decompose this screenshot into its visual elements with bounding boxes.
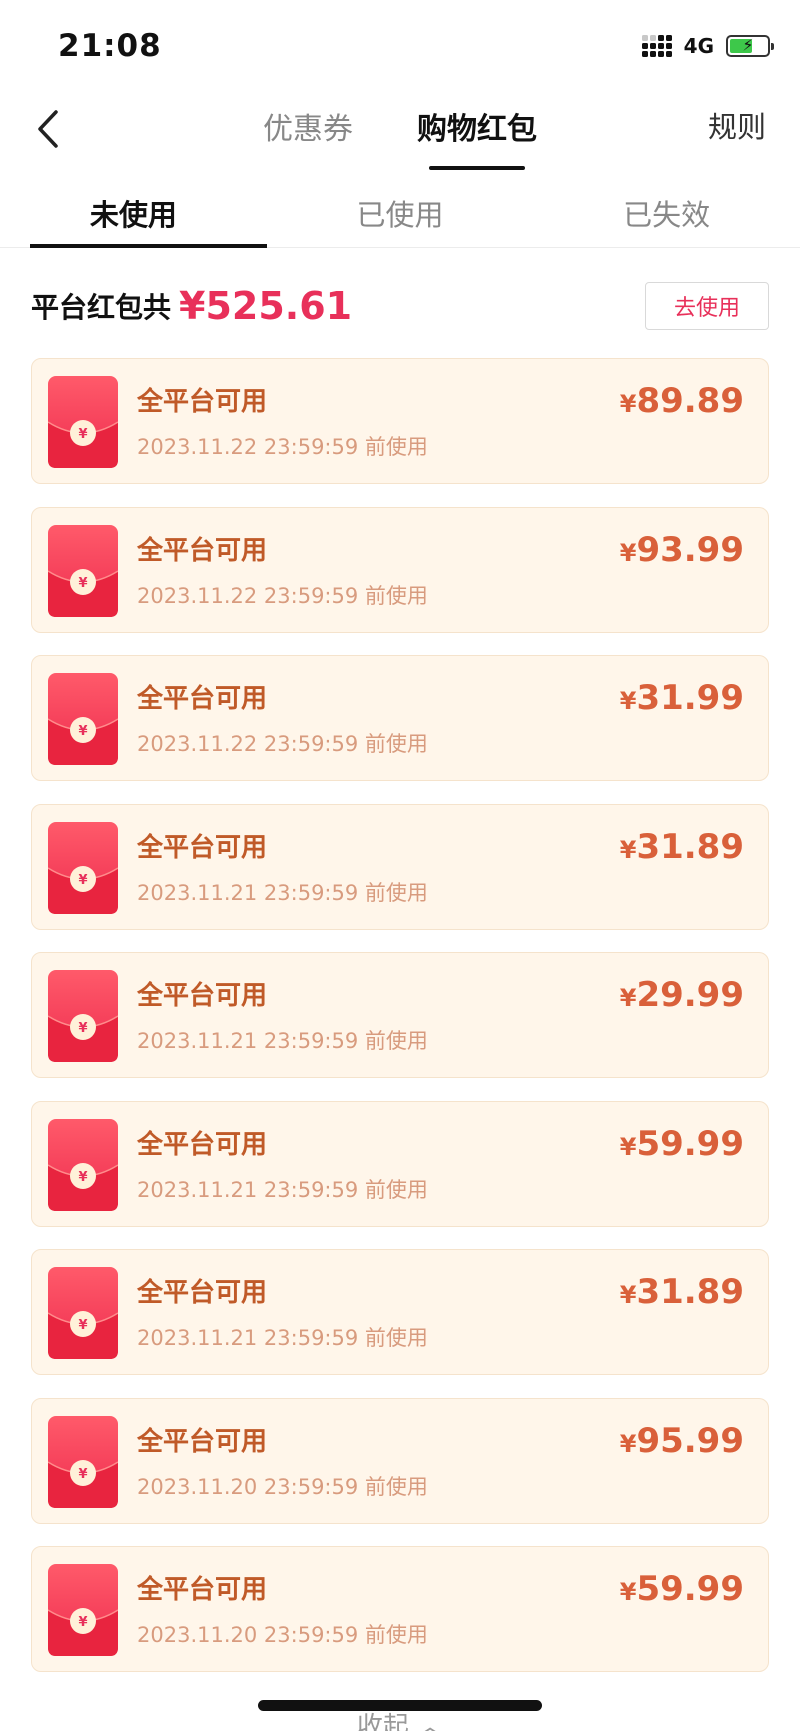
status-indicators: 4G ⚡ <box>641 34 774 58</box>
status-bar: 21:08 4G ⚡ <box>0 0 800 96</box>
packet-amount: ¥31.89 <box>619 1272 744 1312</box>
tab-unused[interactable]: 未使用 <box>0 172 267 248</box>
tab-expired[interactable]: 已失效 <box>533 172 800 247</box>
summary-label: 平台红包共 <box>31 291 172 324</box>
use-now-button[interactable]: 去使用 <box>645 282 769 330</box>
summary-bar: 平台红包共 ¥525.61 去使用 <box>31 280 769 332</box>
red-packet-card-3[interactable]: ¥ 全平台可用 2023.11.22 23:59:59 前使用 ¥31.99 <box>31 655 769 781</box>
red-packet-card-9[interactable]: ¥ 全平台可用 2023.11.20 23:59:59 前使用 ¥59.99 <box>31 1546 769 1672</box>
packet-amount: ¥59.99 <box>619 1123 744 1164</box>
packet-amount: ¥59.99 <box>619 1569 744 1609</box>
status-tabs: 未使用 已使用 已失效 <box>0 172 800 248</box>
svg-text:¥: ¥ <box>78 1318 87 1333</box>
battery-charging-icon: ⚡ <box>726 35 774 57</box>
packet-title: 全平台可用 <box>137 1575 268 1605</box>
red-packet-card-1[interactable]: ¥ 全平台可用 2023.11.22 23:59:59 前使用 ¥89.89 <box>31 358 769 484</box>
packet-title: 全平台可用 <box>137 1129 268 1160</box>
status-time: 21:08 <box>58 28 162 64</box>
red-packet-card-8[interactable]: ¥ 全平台可用 2023.11.20 23:59:59 前使用 ¥95.99 <box>31 1397 769 1524</box>
packet-title: 全平台可用 <box>137 1278 268 1308</box>
packet-expiry: 2023.11.21 23:59:59 前使用 <box>137 1326 428 1350</box>
packet-amount: ¥29.99 <box>619 975 744 1015</box>
svg-text:¥: ¥ <box>78 1021 87 1036</box>
packet-expiry: 2023.11.21 23:59:59 前使用 <box>137 880 428 905</box>
red-packet-icon: ¥ <box>48 673 118 765</box>
packet-title: 全平台可用 <box>137 1426 268 1457</box>
packet-expiry: 2023.11.20 23:59:59 前使用 <box>137 1474 428 1499</box>
red-packet-icon: ¥ <box>48 1415 118 1508</box>
red-packet-icon: ¥ <box>48 970 118 1062</box>
svg-text:¥: ¥ <box>78 873 87 888</box>
packet-amount: ¥89.89 <box>619 381 744 421</box>
svg-text:¥: ¥ <box>78 1170 87 1185</box>
packet-expiry: 2023.11.21 23:59:59 前使用 <box>137 1177 428 1202</box>
summary-amount: ¥525.61 <box>179 284 353 328</box>
packet-amount: ¥95.99 <box>619 1420 744 1461</box>
packet-expiry: 2023.11.20 23:59:59 前使用 <box>137 1623 428 1647</box>
red-packet-icon: ¥ <box>48 1118 118 1211</box>
svg-text:¥: ¥ <box>78 1467 87 1482</box>
packet-amount: ¥31.99 <box>619 678 744 718</box>
red-packet-card-6[interactable]: ¥ 全平台可用 2023.11.21 23:59:59 前使用 ¥59.99 <box>31 1100 769 1227</box>
svg-text:¥: ¥ <box>78 1615 87 1630</box>
packet-expiry: 2023.11.22 23:59:59 前使用 <box>137 435 428 459</box>
red-packet-icon: ¥ <box>48 376 118 468</box>
packet-title: 全平台可用 <box>137 981 268 1011</box>
header-tabs: 优惠券 购物红包 <box>0 104 800 170</box>
svg-text:¥: ¥ <box>78 427 87 442</box>
packet-amount: ¥31.89 <box>619 826 744 867</box>
red-packet-card-2[interactable]: ¥ 全平台可用 2023.11.22 23:59:59 前使用 ¥93.99 <box>31 506 769 633</box>
packet-expiry: 2023.11.21 23:59:59 前使用 <box>137 1029 428 1053</box>
header: 优惠券 购物红包 规则 <box>0 96 800 172</box>
network-label: 4G <box>683 34 714 58</box>
packet-amount: ¥93.99 <box>619 529 744 570</box>
tab-used[interactable]: 已使用 <box>267 172 534 247</box>
red-packet-card-7[interactable]: ¥ 全平台可用 2023.11.21 23:59:59 前使用 ¥31.89 <box>31 1249 769 1375</box>
packet-title: 全平台可用 <box>137 832 268 863</box>
tab-coupons[interactable]: 优惠券 <box>261 104 355 170</box>
red-packet-icon: ¥ <box>48 1564 118 1656</box>
packet-expiry: 2023.11.22 23:59:59 前使用 <box>137 732 428 756</box>
svg-text:¥: ¥ <box>78 576 87 591</box>
home-indicator <box>258 1700 542 1711</box>
red-packet-icon: ¥ <box>48 524 118 617</box>
red-packet-icon: ¥ <box>48 1267 118 1359</box>
packet-expiry: 2023.11.22 23:59:59 前使用 <box>137 583 428 608</box>
red-packet-list: ¥ 全平台可用 2023.11.22 23:59:59 前使用 ¥89.89 ¥… <box>31 358 769 1695</box>
packet-title: 全平台可用 <box>137 387 268 417</box>
rules-link[interactable]: 规则 <box>708 104 766 146</box>
packet-title: 全平台可用 <box>137 684 268 714</box>
signal-icon <box>641 35 672 57</box>
red-packet-card-4[interactable]: ¥ 全平台可用 2023.11.21 23:59:59 前使用 ¥31.89 <box>31 803 769 930</box>
red-packet-icon: ¥ <box>48 821 118 914</box>
packet-title: 全平台可用 <box>137 535 268 566</box>
tab-shopping-red-packets[interactable]: 购物红包 <box>415 104 539 170</box>
svg-text:¥: ¥ <box>78 724 87 739</box>
red-packet-card-5[interactable]: ¥ 全平台可用 2023.11.21 23:59:59 前使用 ¥29.99 <box>31 952 769 1078</box>
